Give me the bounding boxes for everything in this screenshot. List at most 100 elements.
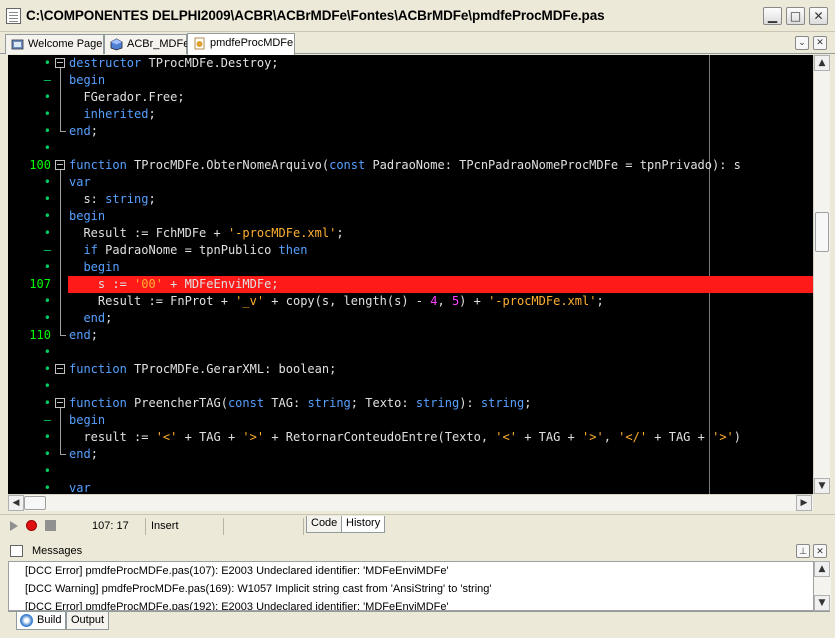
record-macro-icon[interactable] — [26, 520, 37, 531]
code-line[interactable]: • var — [8, 174, 813, 191]
stop-macro-icon[interactable] — [45, 520, 56, 531]
messages-title: Messages — [32, 545, 83, 557]
code-line-error[interactable]: 107 s := '00' + MDFeEnviMDFe; — [8, 276, 813, 293]
code-token: destructor — [69, 56, 142, 70]
tab-code[interactable]: Code — [306, 516, 343, 533]
code-line[interactable]: 110 end; — [8, 327, 813, 344]
line-number: • — [43, 141, 51, 155]
code-token: , — [437, 294, 452, 308]
code-line[interactable]: • s: string; — [8, 191, 813, 208]
code-line[interactable]: • result := '<' + TAG + '>' + RetornarCo… — [8, 429, 813, 446]
code-token: ) — [733, 430, 742, 444]
tab-acbr-mdfe[interactable]: ACBr_MDFe — [104, 34, 189, 54]
arrow-right-icon: ▶ — [800, 498, 808, 508]
line-number: • — [43, 90, 51, 104]
tab-label: Welcome Page — [28, 38, 103, 50]
line-number: – — [43, 73, 51, 87]
tab-output[interactable]: Output — [66, 612, 110, 630]
fold-end-marker — [60, 454, 66, 455]
code-line[interactable]: • destructor TProcMDFe.Destroy; — [8, 55, 813, 72]
code-line[interactable]: – begin — [8, 412, 813, 429]
code-token: , — [603, 430, 619, 444]
fold-collapse-icon[interactable] — [55, 398, 65, 408]
ide-window: C:\COMPONENTES DELPHI2009\ACBR\ACBrMDFe\… — [0, 0, 835, 638]
play-macro-icon[interactable] — [10, 521, 18, 531]
line-number: • — [43, 192, 51, 206]
code-line[interactable]: • end; — [8, 123, 813, 140]
code-text: destructor TProcMDFe.Destroy; — [69, 55, 279, 72]
scroll-down-button[interactable]: ▼ — [814, 595, 830, 611]
tab-history[interactable]: History — [341, 516, 386, 533]
gear-icon — [20, 614, 33, 627]
code-token: ; — [524, 396, 532, 410]
scroll-thumb[interactable] — [24, 496, 46, 510]
maximize-button[interactable]: □ — [786, 7, 805, 25]
fold-collapse-icon[interactable] — [55, 160, 65, 170]
code-line[interactable]: • — [8, 378, 813, 395]
code-line[interactable]: 100 function TProcMDFe.ObterNomeArquivo(c… — [8, 157, 813, 174]
pin-button[interactable]: ⊥ — [796, 544, 810, 558]
list-item[interactable]: [DCC Error] pmdfeProcMDFe.pas(192): E200… — [25, 599, 449, 610]
messages-scrollbar[interactable]: ▲ ▼ — [814, 561, 831, 611]
code-token: '>' — [712, 430, 734, 444]
code-line[interactable]: • FGerador.Free; — [8, 89, 813, 106]
code-token: ; — [336, 226, 344, 240]
close-icon: ✕ — [813, 9, 824, 23]
code-token: begin — [83, 260, 120, 274]
code-text: s := '00' + MDFeEnviMDFe; — [69, 276, 279, 293]
messages-list[interactable]: [DCC Error] pmdfeProcMDFe.pas(107): E200… — [8, 561, 814, 611]
code-line[interactable]: • — [8, 463, 813, 480]
tab-build[interactable]: Build — [16, 612, 67, 630]
tab-list-button[interactable]: ⌄ — [795, 36, 809, 50]
code-line[interactable]: • begin — [8, 208, 813, 225]
code-line[interactable]: • end; — [8, 446, 813, 463]
code-token: TProcMDFe.ObterNomeArquivo( — [126, 158, 330, 172]
fold-guide — [60, 170, 61, 335]
code-text: s: string; — [69, 191, 155, 208]
code-line[interactable]: • begin — [8, 259, 813, 276]
code-line[interactable]: – if PadraoNome = tpnPublico then — [8, 242, 813, 259]
editor-vertical-scrollbar[interactable]: ▲ ▼ — [813, 55, 830, 494]
scroll-thumb[interactable] — [815, 212, 829, 252]
code-token: ) + — [459, 294, 489, 308]
code-token: begin — [69, 413, 106, 427]
code-text: result := '<' + TAG + '>' + RetornarCont… — [69, 429, 741, 446]
close-messages-button[interactable]: ✕ — [813, 544, 827, 558]
code-line[interactable]: • Result := FchMDFe + '-procMDFe.xml'; — [8, 225, 813, 242]
code-line[interactable]: • Result := FnProt + '_v' + copy(s, leng… — [8, 293, 813, 310]
code-token: then — [278, 243, 308, 257]
fold-collapse-icon[interactable] — [55, 364, 65, 374]
code-token: '</' — [618, 430, 648, 444]
scroll-left-button[interactable]: ◀ — [8, 495, 24, 511]
code-token: ; — [90, 447, 98, 461]
code-line[interactable]: • inherited; — [8, 106, 813, 123]
editor-horizontal-scrollbar[interactable]: ◀ ▶ — [8, 494, 813, 511]
close-button[interactable]: ✕ — [809, 7, 828, 25]
code-line[interactable]: • function PreencherTAG(const TAG: string… — [8, 395, 813, 412]
code-line[interactable]: • function TProcMDFe.GerarXML: boolean; — [8, 361, 813, 378]
line-number: • — [43, 124, 51, 138]
list-item[interactable]: [DCC Error] pmdfeProcMDFe.pas(107): E200… — [25, 563, 449, 580]
tab-welcome-page[interactable]: Welcome Page — [5, 34, 104, 54]
code-token: ; — [596, 294, 604, 308]
code-line[interactable]: • — [8, 344, 813, 361]
tab-pmdfeprocmdfe[interactable]: pmdfeProcMDFe — [187, 33, 295, 55]
code-line[interactable]: – begin — [8, 72, 813, 89]
scroll-down-button[interactable]: ▼ — [814, 478, 830, 494]
fold-collapse-icon[interactable] — [55, 58, 65, 68]
code-token: string — [105, 192, 149, 206]
scroll-right-button[interactable]: ▶ — [796, 495, 812, 511]
code-line[interactable]: • var — [8, 480, 813, 494]
list-item[interactable]: [DCC Warning] pmdfeProcMDFe.pas(169): W1… — [25, 581, 491, 598]
code-editor[interactable]: • destructor TProcMDFe.Destroy; – begin • FG… — [8, 55, 813, 494]
code-token: string — [307, 396, 351, 410]
code-text: end; — [69, 123, 98, 140]
minimize-button[interactable]: ▁ — [763, 7, 782, 25]
tab-close-button[interactable]: ✕ — [813, 36, 827, 50]
code-line[interactable]: • — [8, 140, 813, 157]
scroll-up-button[interactable]: ▲ — [814, 561, 830, 577]
scroll-up-button[interactable]: ▲ — [814, 55, 830, 71]
code-token: s: — [69, 192, 106, 206]
code-line[interactable]: • end; — [8, 310, 813, 327]
